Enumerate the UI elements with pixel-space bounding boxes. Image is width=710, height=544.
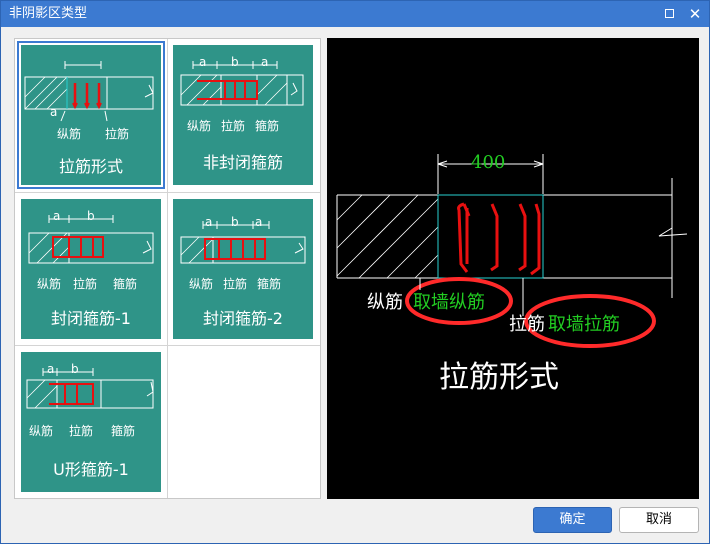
close-button[interactable]: ✕ xyxy=(685,4,705,24)
tile-dim-b: b xyxy=(71,362,79,376)
title-bar: 非阴影区类型 ✕ xyxy=(1,1,709,27)
tile-label-tie: 拉筋 xyxy=(69,424,94,438)
tile-dim-b: b xyxy=(231,215,239,229)
preview-value-long-bar[interactable]: 取墙纵筋 xyxy=(413,288,485,314)
tile-dim-a: a xyxy=(47,362,55,376)
maximize-icon xyxy=(664,9,674,18)
grid-divider xyxy=(15,345,320,346)
tile-label-long-bar: 纵筋 xyxy=(187,119,212,133)
tile-title: 封闭箍筋-2 xyxy=(203,309,283,328)
tile-label-long-bar: 纵筋 xyxy=(57,127,82,141)
maximize-button[interactable] xyxy=(659,4,679,24)
ok-button[interactable]: 确定 xyxy=(533,507,612,533)
tile-dim-b: b xyxy=(87,209,95,223)
tile-dim-a: a xyxy=(261,55,269,69)
tile-label-stirrup: 箍筋 xyxy=(113,277,138,291)
tile-dim-a: a xyxy=(53,209,61,223)
type-tile-closed-stirrup-2[interactable]: a b a 纵筋 拉筋 箍筋 封闭箍筋-2 xyxy=(173,199,313,339)
close-icon: ✕ xyxy=(688,5,702,23)
grid-divider xyxy=(15,192,320,193)
tile-title: U形箍筋-1 xyxy=(53,460,129,479)
tile-label-tie: 拉筋 xyxy=(223,277,248,291)
preview-diagram xyxy=(336,154,688,348)
tile-label-stirrup: 箍筋 xyxy=(255,119,280,133)
tile-dim-b: b xyxy=(231,55,239,69)
grid-divider xyxy=(167,39,168,498)
tile-dim-a: a xyxy=(199,55,207,69)
tile-label-stirrup: 箍筋 xyxy=(111,424,136,438)
tile-title: 非封闭箍筋 xyxy=(202,153,283,172)
type-tile-open-stirrup[interactable]: a b a 纵筋 拉筋 箍筋 非封闭箍筋 xyxy=(173,45,313,185)
preview-value-tie[interactable]: 取墙拉筋 xyxy=(548,310,620,336)
tile-dim-a: a xyxy=(205,215,213,229)
tile-label-long-bar: 纵筋 xyxy=(37,277,62,291)
type-tile-closed-stirrup-1[interactable]: a b 纵筋 拉筋 箍筋 封闭箍筋-1 xyxy=(21,199,161,339)
type-tile-tie[interactable]: a 纵筋 拉筋 拉筋形式 xyxy=(17,41,165,189)
tile-label-stirrup: 箍筋 xyxy=(257,277,282,291)
preview-canvas: 400 纵筋 取墙纵筋 拉筋 取墙拉筋 拉筋形式 xyxy=(327,38,699,499)
preview-label-tie: 拉筋 xyxy=(509,314,545,335)
window-title: 非阴影区类型 xyxy=(9,6,88,21)
preview-title: 拉筋形式 xyxy=(439,360,559,395)
tile-title: 封闭箍筋-1 xyxy=(51,309,131,328)
tile-title: 拉筋形式 xyxy=(58,157,123,176)
tile-dim-a: a xyxy=(255,215,263,229)
type-tile-u-stirrup-1[interactable]: a b 纵筋 拉筋 箍筋 U形箍筋-1 xyxy=(21,352,161,492)
type-grid: a 纵筋 拉筋 拉筋形式 a b a 纵筋 拉筋 箍筋 非封闭箍筋 a b 纵筋… xyxy=(14,38,321,499)
preview-label-long-bar: 纵筋 xyxy=(367,292,403,313)
tile-label-long-bar: 纵筋 xyxy=(29,424,54,438)
preview-dimension: 400 xyxy=(471,152,506,173)
dialog-window: 非阴影区类型 ✕ a 纵筋 拉筋 拉筋形式 a b a 纵筋 拉筋 箍筋 非封闭… xyxy=(0,0,710,544)
tile-dim-a: a xyxy=(50,105,58,119)
tile-label-tie: 拉筋 xyxy=(73,277,98,291)
tile-label-tie: 拉筋 xyxy=(221,119,246,133)
tile-label-tie: 拉筋 xyxy=(105,127,130,141)
cancel-button[interactable]: 取消 xyxy=(619,507,699,533)
tile-label-long-bar: 纵筋 xyxy=(189,277,214,291)
